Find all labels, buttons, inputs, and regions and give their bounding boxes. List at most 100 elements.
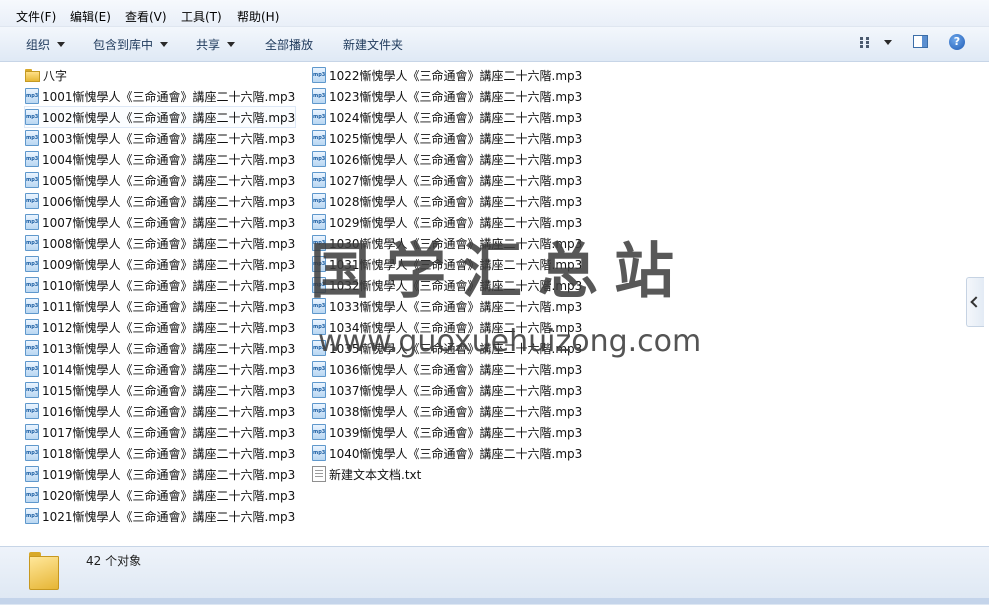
list-item-mp3[interactable]: 1028慚愧學人《三命通會》講座二十六階.mp3 [312,191,582,211]
list-item-mp3[interactable]: 1010慚愧學人《三命通會》講座二十六階.mp3 [25,275,295,295]
file-name: 1001慚愧學人《三命通會》講座二十六階.mp3 [42,89,296,104]
list-item-mp3[interactable]: 1001慚愧學人《三命通會》講座二十六階.mp3 [25,86,295,106]
preview-pane-icon[interactable] [913,35,928,48]
mp3-file-icon [312,172,326,188]
list-item-mp3[interactable]: 1036慚愧學人《三命通會》講座二十六階.mp3 [312,359,582,379]
mp3-file-icon [25,151,39,167]
mp3-file-icon [312,403,326,419]
new-folder-button[interactable]: 新建文件夹 [343,36,403,53]
chevron-down-icon [57,42,66,47]
list-item-mp3[interactable]: 1018慚愧學人《三命通會》講座二十六階.mp3 [25,443,295,463]
list-item-mp3[interactable]: 1020慚愧學人《三命通會》講座二十六階.mp3 [25,485,295,505]
watermark-text: 国学汇总站 [310,237,690,307]
file-name: 1005慚愧學人《三命通會》講座二十六階.mp3 [42,173,296,188]
mp3-file-icon [25,319,39,335]
file-name: 1013慚愧學人《三命通會》講座二十六階.mp3 [42,341,296,356]
file-name: 1012慚愧學人《三命通會》講座二十六階.mp3 [42,320,296,335]
list-item-mp3[interactable]: 1023慚愧學人《三命通會》講座二十六階.mp3 [312,86,582,106]
file-name: 1019慚愧學人《三命通會》講座二十六階.mp3 [42,467,296,482]
folder-icon [25,68,40,82]
list-item-mp3[interactable]: 1006慚愧學人《三命通會》講座二十六階.mp3 [25,191,295,211]
file-name: 1002慚愧學人《三命通會》講座二十六階.mp3 [42,110,296,125]
menu-edit[interactable]: 编辑(E) [70,8,111,25]
share-button[interactable]: 共享 [196,36,236,53]
mp3-file-icon [25,214,39,230]
mp3-file-icon [25,130,39,146]
mp3-file-icon [312,214,326,230]
file-name: 1009慚愧學人《三命通會》講座二十六階.mp3 [42,257,296,272]
mp3-file-icon [25,382,39,398]
list-item-mp3[interactable]: 1027慚愧學人《三命通會》講座二十六階.mp3 [312,170,582,190]
list-item-mp3[interactable]: 1011慚愧學人《三命通會》講座二十六階.mp3 [25,296,295,316]
mp3-file-icon [312,151,326,167]
list-item-mp3[interactable]: 1002慚愧學人《三命通會》講座二十六階.mp3 [23,106,297,128]
list-item-mp3[interactable]: 1019慚愧學人《三命通會》講座二十六階.mp3 [25,464,295,484]
mp3-file-icon [312,130,326,146]
file-name: 1022慚愧學人《三命通會》講座二十六階.mp3 [329,68,583,83]
play-all-button[interactable]: 全部播放 [265,36,313,53]
list-item-mp3[interactable]: 1008慚愧學人《三命通會》講座二十六階.mp3 [25,233,295,253]
list-item-mp3[interactable]: 1039慚愧學人《三命通會》講座二十六階.mp3 [312,422,582,442]
mp3-file-icon [25,277,39,293]
list-item-mp3[interactable]: 1022慚愧學人《三命通會》講座二十六階.mp3 [312,65,582,85]
list-item-txt[interactable]: 新建文本文档.txt [312,464,421,484]
file-name: 1003慚愧學人《三命通會》講座二十六階.mp3 [42,131,296,146]
menu-file[interactable]: 文件(F) [16,8,56,25]
list-item-folder[interactable]: 八字 [25,65,67,85]
mp3-file-icon [25,403,39,419]
include-in-library-button[interactable]: 包含到库中 [93,36,169,53]
status-bar [0,546,989,605]
list-item-mp3[interactable]: 1025慚愧學人《三命通會》講座二十六階.mp3 [312,128,582,148]
file-name: 1025慚愧學人《三命通會》講座二十六階.mp3 [329,131,583,146]
list-item-mp3[interactable]: 1021慚愧學人《三命通會》講座二十六階.mp3 [25,506,295,526]
mp3-file-icon [25,424,39,440]
list-item-mp3[interactable]: 1005慚愧學人《三命通會》講座二十六階.mp3 [25,170,295,190]
file-name: 1020慚愧學人《三命通會》講座二十六階.mp3 [42,488,296,503]
mp3-file-icon [312,445,326,461]
list-item-mp3[interactable]: 1012慚愧學人《三命通會》講座二十六階.mp3 [25,317,295,337]
chevron-down-icon [227,42,236,47]
list-item-mp3[interactable]: 1029慚愧學人《三命通會》講座二十六階.mp3 [312,212,582,232]
mp3-file-icon [25,466,39,482]
list-item-mp3[interactable]: 1040慚愧學人《三命通會》講座二十六階.mp3 [312,443,582,463]
item-count: 42 个对象 [86,554,142,568]
list-item-mp3[interactable]: 1017慚愧學人《三命通會》講座二十六階.mp3 [25,422,295,442]
mp3-file-icon [25,487,39,503]
organize-button[interactable]: 组织 [26,36,66,53]
list-item-mp3[interactable]: 1004慚愧學人《三命通會》講座二十六階.mp3 [25,149,295,169]
file-name: 1037慚愧學人《三命通會》講座二十六階.mp3 [329,383,583,398]
mp3-file-icon [25,361,39,377]
file-name: 1004慚愧學人《三命通會》講座二十六階.mp3 [42,152,296,167]
view-chevron-down-icon[interactable] [884,40,892,45]
menu-tools[interactable]: 工具(T) [181,8,222,25]
mp3-file-icon [25,88,39,104]
list-item-mp3[interactable]: 1038慚愧學人《三命通會》講座二十六階.mp3 [312,401,582,421]
menu-view[interactable]: 查看(V) [125,8,167,25]
menu-help[interactable]: 帮助(H) [237,8,279,25]
list-item-mp3[interactable]: 1014慚愧學人《三命通會》講座二十六階.mp3 [25,359,295,379]
mp3-file-icon [312,382,326,398]
list-item-mp3[interactable]: 1009慚愧學人《三命通會》講座二十六階.mp3 [25,254,295,274]
mp3-file-icon [312,67,326,83]
help-icon[interactable]: ? [949,34,965,50]
collapse-pane-handle[interactable] [966,277,984,327]
list-item-mp3[interactable]: 1016慚愧學人《三命通會》講座二十六階.mp3 [25,401,295,421]
file-name: 1040慚愧學人《三命通會》講座二十六階.mp3 [329,446,583,461]
list-item-mp3[interactable]: 1007慚愧學人《三命通會》講座二十六階.mp3 [25,212,295,232]
mp3-file-icon [312,88,326,104]
file-name: 1028慚愧學人《三命通會》講座二十六階.mp3 [329,194,583,209]
include-label: 包含到库中 [93,38,154,52]
list-item-mp3[interactable]: 1013慚愧學人《三命通會》講座二十六階.mp3 [25,338,295,358]
file-name: 1038慚愧學人《三命通會》講座二十六階.mp3 [329,404,583,419]
list-item-mp3[interactable]: 1037慚愧學人《三命通會》講座二十六階.mp3 [312,380,582,400]
text-file-icon [312,466,326,482]
list-item-mp3[interactable]: 1024慚愧學人《三命通會》講座二十六階.mp3 [312,107,582,127]
list-item-mp3[interactable]: 1003慚愧學人《三命通會》講座二十六階.mp3 [25,128,295,148]
file-name: 1010慚愧學人《三命通會》講座二十六階.mp3 [42,278,296,293]
list-item-mp3[interactable]: 1026慚愧學人《三命通會》講座二十六階.mp3 [312,149,582,169]
view-options-icon[interactable] [860,37,874,49]
list-item-mp3[interactable]: 1015慚愧學人《三命通會》講座二十六階.mp3 [25,380,295,400]
mp3-file-icon [25,172,39,188]
file-name: 1029慚愧學人《三命通會》講座二十六階.mp3 [329,215,583,230]
command-bar: 组织 包含到库中 共享 全部播放 新建文件夹 [0,27,989,62]
